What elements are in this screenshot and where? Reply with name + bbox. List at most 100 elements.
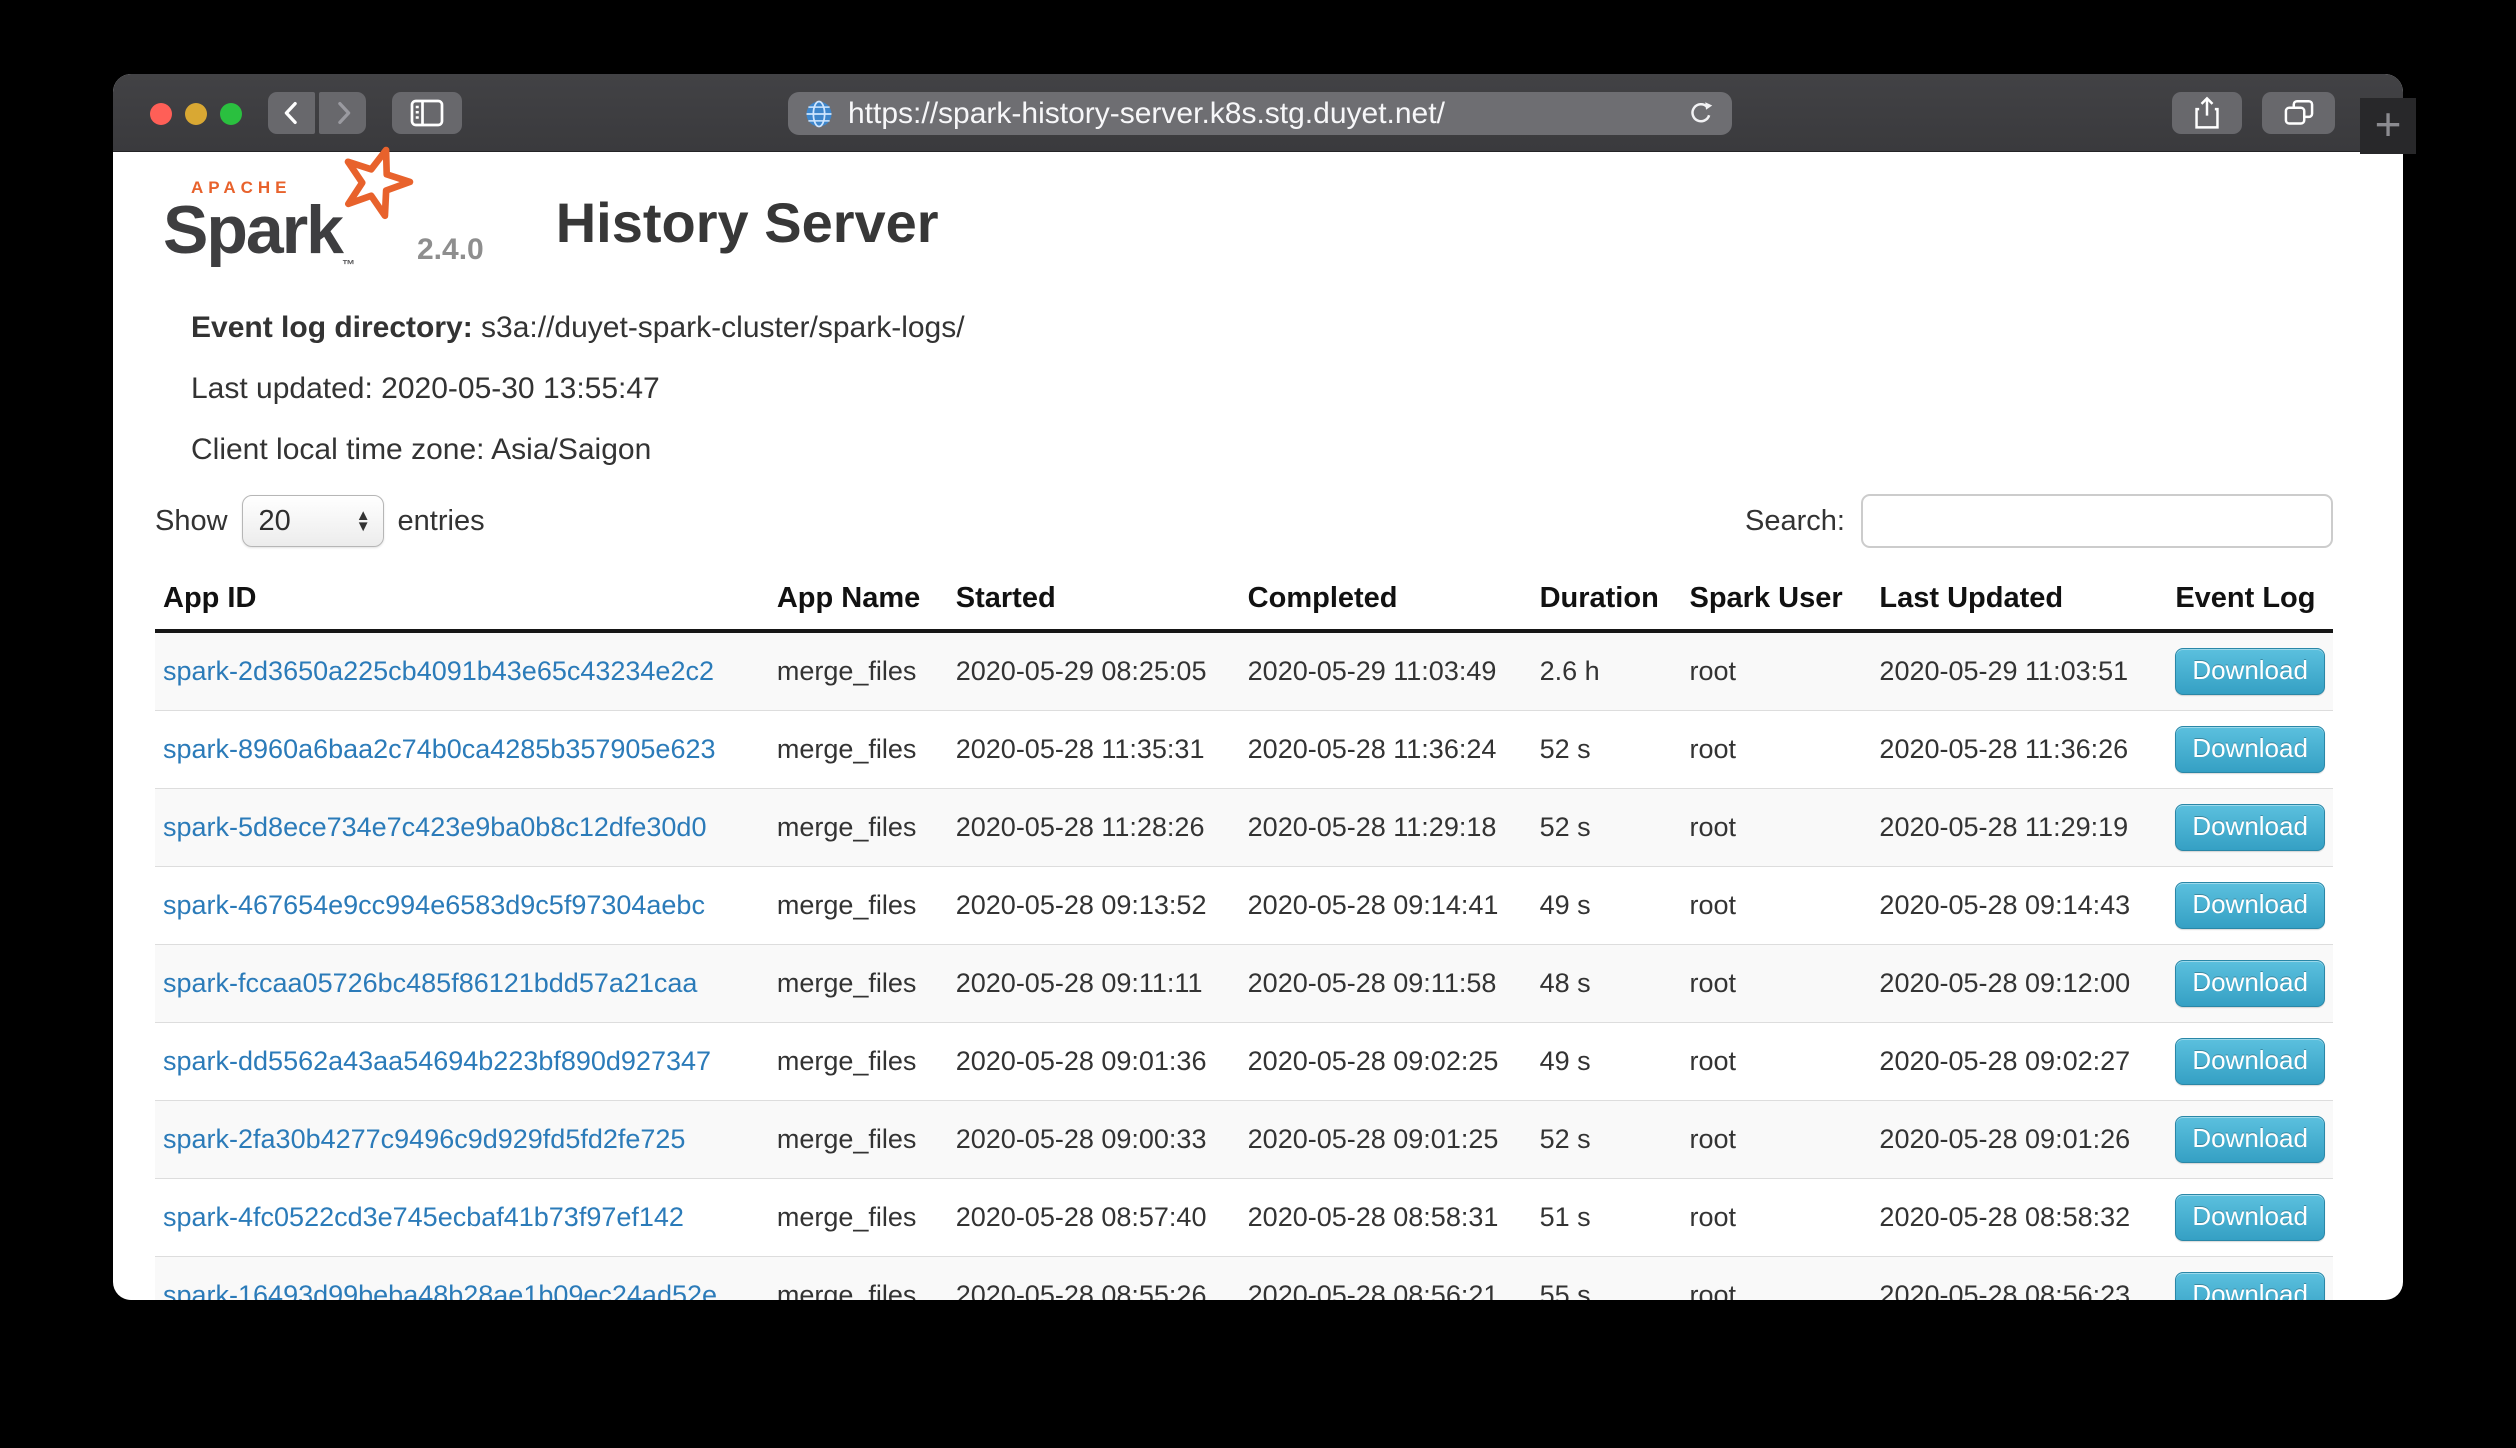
- app-id-link[interactable]: spark-dd5562a43aa54694b223bf890d927347: [163, 1046, 711, 1076]
- last-updated-cell: 2020-05-28 11:36:26: [1871, 711, 2167, 789]
- table-row: spark-dd5562a43aa54694b223bf890d927347 m…: [155, 1023, 2333, 1101]
- app-name-cell: merge_files: [769, 789, 948, 867]
- download-button[interactable]: Download: [2175, 882, 2325, 929]
- download-button[interactable]: Download: [2175, 648, 2325, 695]
- client-timezone: Client local time zone: Asia/Saigon: [191, 433, 2333, 467]
- app-name-cell: merge_files: [769, 1101, 948, 1179]
- completed-cell: 2020-05-28 11:36:24: [1240, 711, 1532, 789]
- address-bar[interactable]: https://spark-history-server.k8s.stg.duy…: [788, 92, 1732, 135]
- share-icon: [2192, 96, 2222, 130]
- app-name-cell: merge_files: [769, 867, 948, 945]
- spark-user-cell: root: [1682, 711, 1872, 789]
- download-button[interactable]: Download: [2175, 1272, 2325, 1300]
- last-updated-cell: 2020-05-29 11:03:51: [1871, 631, 2167, 711]
- zoom-button[interactable]: [220, 103, 242, 125]
- app-id-link[interactable]: spark-2d3650a225cb4091b43e65c43234e2c2: [163, 656, 714, 686]
- spark-user-cell: root: [1682, 867, 1872, 945]
- app-id-link[interactable]: spark-5d8ece734e7c423e9ba0b8c12dfe30d0: [163, 812, 706, 842]
- completed-cell: 2020-05-28 08:58:31: [1240, 1179, 1532, 1257]
- spark-version: 2.4.0: [417, 233, 484, 267]
- duration-cell: 52 s: [1532, 1101, 1682, 1179]
- page-size-select[interactable]: 20 ▲▼: [242, 495, 384, 547]
- table-row: spark-8960a6baa2c74b0ca4285b357905e623 m…: [155, 711, 2333, 789]
- page-content: APACHE Spark™ 2.4.0 History Server Event…: [113, 168, 2403, 1300]
- safari-toolbar: https://spark-history-server.k8s.stg.duy…: [113, 74, 2403, 152]
- download-button[interactable]: Download: [2175, 804, 2325, 851]
- column-header-completed[interactable]: Completed: [1240, 572, 1532, 631]
- chevron-left-icon: [277, 98, 307, 128]
- column-header-app-name[interactable]: App Name: [769, 572, 948, 631]
- table-row: spark-2d3650a225cb4091b43e65c43234e2c2 m…: [155, 631, 2333, 711]
- spark-user-cell: root: [1682, 1179, 1872, 1257]
- spark-user-cell: root: [1682, 1023, 1872, 1101]
- window-controls: [150, 103, 242, 125]
- search-input[interactable]: [1861, 494, 2333, 548]
- app-id-link[interactable]: spark-16493d99beba48b28ae1b09ec24ad52e: [163, 1280, 717, 1300]
- table-controls: Show 20 ▲▼ entries Search:: [155, 494, 2333, 548]
- duration-cell: 48 s: [1532, 945, 1682, 1023]
- tab-overview-button[interactable]: [2262, 92, 2335, 134]
- back-button[interactable]: [268, 92, 315, 134]
- entries-label: entries: [398, 505, 485, 538]
- column-header-last-updated[interactable]: Last Updated: [1871, 572, 2167, 631]
- app-id-link[interactable]: spark-fccaa05726bc485f86121bdd57a21caa: [163, 968, 697, 998]
- completed-cell: 2020-05-28 09:14:41: [1240, 867, 1532, 945]
- close-button[interactable]: [150, 103, 172, 125]
- spark-user-cell: root: [1682, 789, 1872, 867]
- column-header-started[interactable]: Started: [948, 572, 1240, 631]
- app-name-cell: merge_files: [769, 1179, 948, 1257]
- download-button[interactable]: Download: [2175, 960, 2325, 1007]
- app-name-cell: merge_files: [769, 631, 948, 711]
- minimize-button[interactable]: [185, 103, 207, 125]
- download-button[interactable]: Download: [2175, 726, 2325, 773]
- duration-cell: 52 s: [1532, 711, 1682, 789]
- completed-cell: 2020-05-28 08:56:21: [1240, 1257, 1532, 1300]
- column-header-event-log[interactable]: Event Log: [2167, 572, 2333, 631]
- app-id-link[interactable]: spark-467654e9cc994e6583d9c5f97304aebc: [163, 890, 705, 920]
- completed-cell: 2020-05-28 09:01:25: [1240, 1101, 1532, 1179]
- column-header-duration[interactable]: Duration: [1532, 572, 1682, 631]
- started-cell: 2020-05-28 11:35:31: [948, 711, 1240, 789]
- table-row: spark-4fc0522cd3e745ecbaf41b73f97ef142 m…: [155, 1179, 2333, 1257]
- globe-favicon: [804, 99, 834, 129]
- forward-button[interactable]: [319, 92, 366, 134]
- column-header-spark-user[interactable]: Spark User: [1682, 572, 1872, 631]
- app-id-link[interactable]: spark-2fa30b4277c9496c9d929fd5fd2fe725: [163, 1124, 685, 1154]
- spark-wordmark: Spark™: [163, 198, 355, 271]
- started-cell: 2020-05-28 11:28:26: [948, 789, 1240, 867]
- spark-user-cell: root: [1682, 945, 1872, 1023]
- page-size-control: Show 20 ▲▼ entries: [155, 495, 485, 547]
- chevron-right-icon: [328, 98, 358, 128]
- spark-user-cell: root: [1682, 1101, 1872, 1179]
- sidebar-icon: [409, 98, 445, 128]
- download-button[interactable]: Download: [2175, 1194, 2325, 1241]
- spark-user-cell: root: [1682, 1257, 1872, 1300]
- app-id-link[interactable]: spark-8960a6baa2c74b0ca4285b357905e623: [163, 734, 716, 764]
- app-name-cell: merge_files: [769, 1023, 948, 1101]
- last-updated-cell: 2020-05-28 09:12:00: [1871, 945, 2167, 1023]
- table-row: spark-fccaa05726bc485f86121bdd57a21caa m…: [155, 945, 2333, 1023]
- download-button[interactable]: Download: [2175, 1038, 2325, 1085]
- app-id-link[interactable]: spark-4fc0522cd3e745ecbaf41b73f97ef142: [163, 1202, 684, 1232]
- last-updated-cell: 2020-05-28 09:01:26: [1871, 1101, 2167, 1179]
- app-name-cell: merge_files: [769, 945, 948, 1023]
- server-info: Event log directory: s3a://duyet-spark-c…: [191, 311, 2333, 467]
- duration-cell: 52 s: [1532, 789, 1682, 867]
- started-cell: 2020-05-29 08:25:05: [948, 631, 1240, 711]
- search-control: Search:: [1745, 494, 2333, 548]
- background-new-tab-button[interactable]: +: [2360, 98, 2416, 154]
- download-button[interactable]: Download: [2175, 1116, 2325, 1163]
- page-title: History Server: [556, 190, 939, 255]
- last-updated-cell: 2020-05-28 09:14:43: [1871, 867, 2167, 945]
- column-header-app-id[interactable]: App ID: [155, 572, 769, 631]
- duration-cell: 51 s: [1532, 1179, 1682, 1257]
- search-label: Search:: [1745, 505, 1845, 538]
- share-button[interactable]: [2172, 92, 2242, 134]
- tabs-icon: [2282, 98, 2316, 128]
- show-label: Show: [155, 505, 228, 538]
- reload-icon[interactable]: [1686, 99, 1716, 129]
- spark-logo: APACHE Spark™: [155, 168, 395, 277]
- sidebar-button[interactable]: [392, 92, 462, 134]
- table-row: spark-5d8ece734e7c423e9ba0b8c12dfe30d0 m…: [155, 789, 2333, 867]
- duration-cell: 55 s: [1532, 1257, 1682, 1300]
